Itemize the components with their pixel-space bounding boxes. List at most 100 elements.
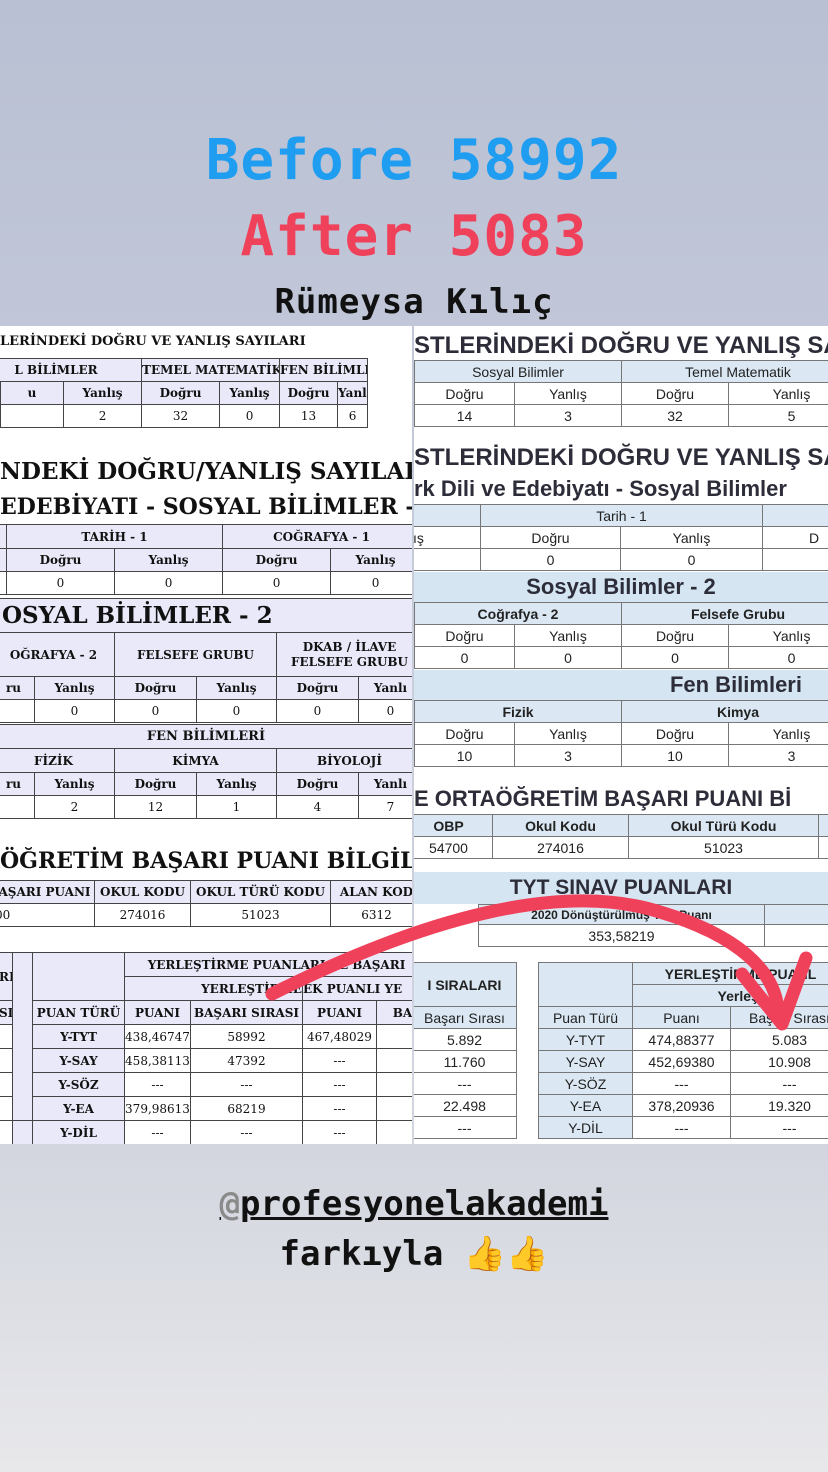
right-t7-type: Y-DİL (538, 1116, 633, 1139)
right-t2-sub: ış (414, 526, 481, 549)
left-t1-val (0, 404, 64, 428)
right-t4-sub: Doğru (621, 722, 729, 745)
right-t7-head: Puan Türü (538, 1006, 633, 1029)
right-t3-val: 0 (728, 646, 828, 669)
left-table-6: RI YERLEŞTİRME PUANLARI VE BAŞARI YERLEŞ… (0, 952, 412, 1144)
right-t2-val: 0 (480, 548, 621, 571)
right-table-1: Sosyal Bilimler Temel Matematik Doğru Ya… (414, 360, 828, 427)
account-mention[interactable]: @profesyonelakademi (0, 1184, 828, 1224)
right-t7-head: Başarı Sırası (730, 1006, 828, 1029)
left-t4-val (0, 795, 35, 819)
left-t6-cell: --- (190, 1120, 303, 1144)
right-t7-cell: 474,88377 (632, 1028, 731, 1051)
right-title-2: STLERİNDEKİ DOĞRU VE YANLIŞ SA (414, 444, 828, 471)
left-title-4: FEN BİLİMLERİ (0, 724, 412, 750)
left-table-2: TARİH - 1 COĞRAFYA - 1 Doğru Yanlış Doğr… (0, 524, 412, 595)
right-table-7-left: I SIRALARI Başarı Sırası 5.892 11.760 --… (414, 962, 517, 1139)
right-t5-col: Okul Türü Kodu (628, 814, 819, 837)
left-title-1: LERİNDEKİ DOĞRU VE YANLIŞ SAYILARI (0, 334, 306, 349)
right-title-3: Sosyal Bilimler - 2 (414, 572, 828, 602)
right-t7-type: Y-TYT (538, 1028, 633, 1051)
left-t3-val: 0 (114, 699, 197, 723)
right-t5-val: 54700 (414, 836, 493, 859)
left-t1-sub: Doğru (279, 381, 339, 405)
right-title-6: TYT SINAV PUANLARI (414, 872, 828, 904)
left-t6-head: BAŞARI SIRASI (190, 1000, 303, 1025)
right-table-4: Fizik Kimya Doğru Yanlış Doğru Yanlış 10… (414, 700, 828, 767)
left-t4-val: 4 (276, 795, 359, 819)
left-t6-cell: --- (302, 1096, 377, 1121)
left-t4-sub: Yanlış (34, 772, 115, 796)
right-t7-mid: Yerleşt (632, 984, 828, 1007)
account-handle[interactable]: profesyonelakademi (240, 1184, 608, 1224)
left-t4-sub: Yanlı (358, 772, 412, 796)
right-t1-val: 32 (621, 404, 729, 427)
right-t2-col: Tarih - 1 (479, 504, 764, 527)
left-t3-sub: ru (0, 676, 35, 700)
left-t2-sub: Doğru (222, 548, 332, 572)
caption-text: farkıyla (279, 1234, 444, 1274)
right-t1-sub: Doğru (414, 382, 515, 405)
left-t6-cell: --- (190, 1072, 303, 1097)
left-t1-val: 6 (337, 404, 369, 428)
left-t1-col: FEN BİLİMLERİ (279, 358, 369, 382)
left-t5-val: 274016 (94, 903, 191, 927)
right-t7-type: Y-EA (538, 1094, 633, 1117)
left-t3-sub: Yanlı (358, 676, 412, 700)
right-t4-sub: Yanlış (728, 722, 828, 745)
left-t6-head: BA (376, 1000, 412, 1025)
left-t6-mid: EK PUANLI YE (302, 976, 412, 1001)
right-t4-val: 3 (514, 744, 622, 767)
right-t7-left-val: --- (414, 1072, 517, 1095)
right-t7-head: Puanı (632, 1006, 731, 1029)
left-table-5: AŞARI PUANI OKUL KODU OKUL TÜRÜ KODU ALA… (0, 880, 412, 927)
left-t4-sub: Doğru (114, 772, 197, 796)
left-t1-sub: Doğru (141, 381, 221, 405)
left-t3-sub: Doğru (276, 676, 359, 700)
left-title-2b: EDEBİYATI - SOSYAL BİLİMLER - 1 (0, 494, 412, 520)
right-t4-val: 10 (414, 744, 515, 767)
left-t4-val: 12 (114, 795, 197, 819)
left-t3-sub: Yanlış (196, 676, 277, 700)
right-t3-val: 0 (513, 646, 623, 669)
right-t5-col: Okul Kodu (492, 814, 629, 837)
left-t6-cell: 379,98613 (124, 1096, 191, 1121)
right-t5-col: OBP (414, 814, 493, 837)
right-t7-cell: 5.083 (730, 1028, 828, 1051)
right-t7-left-sub: Başarı Sırası (414, 1006, 517, 1029)
left-t1-val: 2 (62, 404, 143, 428)
right-t7-left-val: 11.760 (414, 1050, 517, 1073)
right-t6-val: 353,58219 (478, 924, 765, 947)
left-t2-val: 0 (330, 571, 412, 595)
right-table-6: 2020 Dönüştürülmüş TYT Puanı 353,58219 (478, 904, 828, 947)
right-t7-top: YERLEŞTİRME PUANL (632, 962, 828, 985)
right-t6-head: 2020 Dönüştürülmüş TYT Puanı (478, 904, 765, 925)
left-t6-cell: 467,48029 (302, 1024, 377, 1049)
left-t4-val: 1 (196, 795, 277, 819)
left-t4-sub: ru (0, 772, 35, 796)
right-t2-val: 0 (619, 548, 764, 571)
left-t4-col: BİYOLOJİ (276, 748, 412, 773)
left-t1-sub: u (0, 381, 64, 405)
right-t3-sub: Yanlış (728, 624, 828, 647)
left-t2-col: TARİH - 1 (5, 524, 224, 549)
left-t4-col: FİZİK (0, 748, 115, 773)
left-table-3: OĞRAFYA - 2 FELSEFE GRUBU DKAB / İLAVE FE… (0, 632, 412, 723)
right-t4-sub: Yanlış (514, 722, 622, 745)
right-table-7: YERLEŞTİRME PUANL Yerleşt Puan Türü Puan… (538, 962, 828, 1139)
left-t6-type: Y-SÖZ (32, 1072, 125, 1097)
right-t3-col: Coğrafya - 2 (414, 602, 623, 625)
left-t4-sub: Doğru (276, 772, 359, 796)
left-t4-val: 2 (34, 795, 115, 819)
right-title-4: Fen Bilimleri (414, 670, 828, 700)
left-t6-type: Y-SAY (32, 1048, 125, 1073)
right-table-3: Coğrafya - 2 Felsefe Grubu Doğru Yanlış … (414, 602, 828, 669)
left-t5-val: 51023 (190, 903, 331, 927)
left-t6-cell: --- (302, 1048, 377, 1073)
left-t6-head: PUANI (124, 1000, 191, 1025)
left-t2-val: 0 (6, 571, 115, 595)
left-title-3: OSYAL BİLİMLER - 2 (0, 598, 412, 634)
right-title-2b: rk Dili ve Edebiyatı - Sosyal Bilimler (414, 476, 787, 501)
before-result-sheet: LERİNDEKİ DOĞRU VE YANLIŞ SAYILARI L BİL… (0, 326, 412, 1144)
right-t7-left-val: 22.498 (414, 1094, 517, 1117)
